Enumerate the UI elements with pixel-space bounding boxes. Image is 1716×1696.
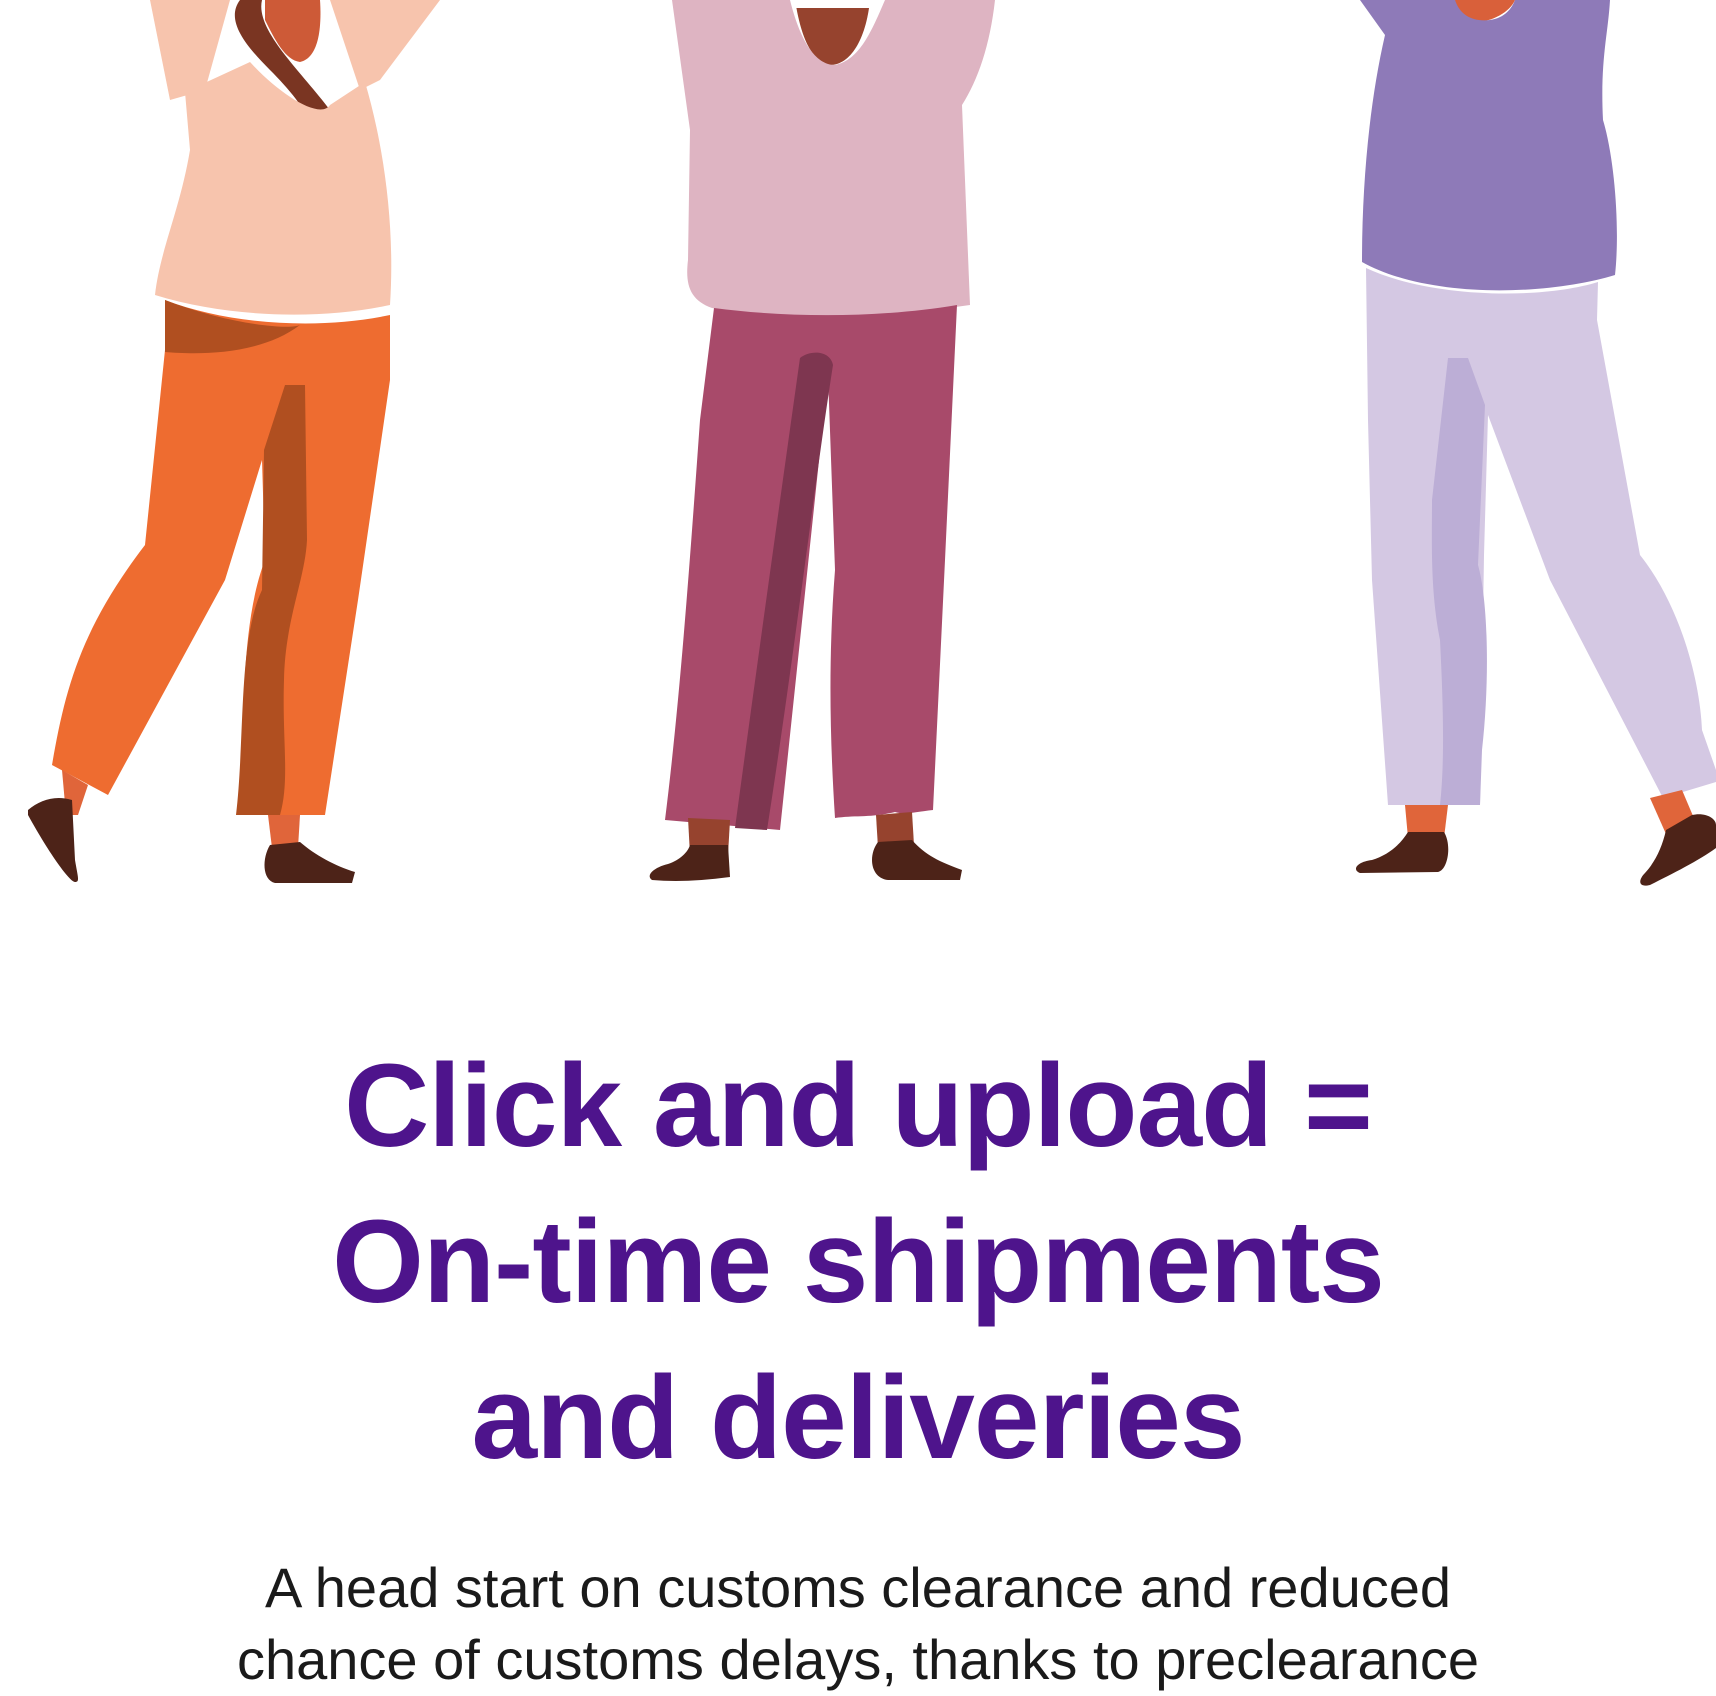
person-left-shoe-right (264, 842, 355, 883)
person-left-pants (52, 300, 390, 815)
description-line-1: A head start on customs clearance and re… (264, 1556, 1452, 1619)
heading-line-2: On-time shipments (332, 1196, 1385, 1328)
person-right-pants (1366, 268, 1716, 805)
person-left-shoe-left (28, 798, 79, 882)
person-left-shirt (155, 62, 392, 315)
heading-line-3: and deliveries (471, 1352, 1245, 1484)
person-left (28, 0, 440, 883)
description-text: A head start on customs clearance and re… (0, 1552, 1716, 1696)
heading-line-1: Click and upload = (344, 1040, 1373, 1172)
description-line-2: chance of customs delays, thanks to prec… (236, 1628, 1479, 1691)
person-left-arm-right (330, 0, 440, 90)
person-middle (649, 0, 995, 881)
person-right (1356, 0, 1716, 886)
celebrating-people-illustration (28, 0, 1716, 886)
person-right-shoe-left (1356, 832, 1449, 873)
person-middle-shoe-right (872, 840, 962, 880)
person-right-shirt (1360, 0, 1617, 291)
person-right-shoe-right (1640, 814, 1716, 886)
person-middle-shoe-left (649, 845, 730, 881)
page-heading: Click and upload = On-time shipments and… (0, 1028, 1716, 1496)
